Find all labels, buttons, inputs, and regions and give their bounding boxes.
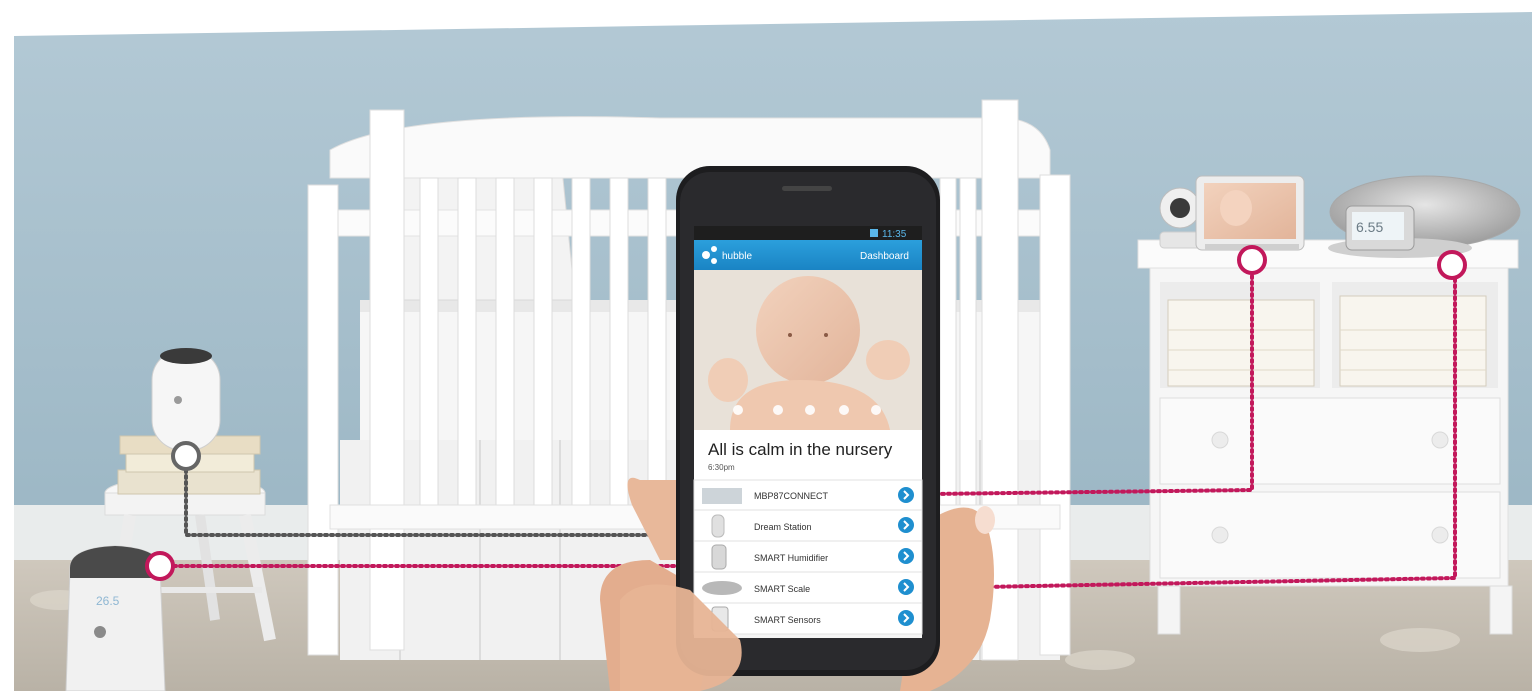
- svg-text:MBP87CONNECT: MBP87CONNECT: [754, 491, 829, 501]
- dashboard-link[interactable]: Dashboard: [860, 251, 909, 262]
- dresser: [1137, 239, 1519, 635]
- chevron-right-icon: [898, 487, 914, 503]
- dream-station-icon: [711, 514, 725, 538]
- humidifier-icon: [711, 544, 727, 570]
- humidifier-display: 26.5: [96, 594, 120, 608]
- status-time-label: 6:30pm: [708, 463, 735, 472]
- status-message: All is calm in the nursery: [708, 440, 893, 459]
- list-item[interactable]: MBP87CONNECT: [693, 479, 923, 511]
- svg-text:SMART Scale: SMART Scale: [754, 584, 810, 594]
- list-item[interactable]: SMART Scale: [693, 571, 923, 604]
- smartphone: 11:35 hubble Dashboard All is calm in th…: [676, 166, 940, 676]
- scale-display: 6.55: [1356, 219, 1383, 235]
- dream-station-device: [151, 348, 221, 451]
- list-item[interactable]: SMART Humidifier: [693, 540, 923, 573]
- chevron-right-icon: [898, 517, 914, 533]
- svg-text:SMART Sensors: SMART Sensors: [754, 615, 821, 625]
- device-list: MBP87CONNECT Dream Station SMART Humidif…: [693, 479, 923, 635]
- scale-icon: [702, 581, 742, 595]
- chevron-right-icon: [898, 579, 914, 595]
- list-item[interactable]: Dream Station: [693, 509, 923, 542]
- chevron-right-icon: [898, 548, 914, 564]
- status-time: 11:35: [882, 229, 907, 240]
- svg-text:Dream Station: Dream Station: [754, 522, 812, 532]
- camera-icon: [702, 488, 742, 504]
- nursery-scene: 26.5 6.55 11:35 hubble Dashboard All is …: [0, 0, 1532, 691]
- svg-text:SMART Humidifier: SMART Humidifier: [754, 553, 828, 563]
- app-name: hubble: [722, 251, 752, 262]
- chevron-right-icon: [898, 610, 914, 626]
